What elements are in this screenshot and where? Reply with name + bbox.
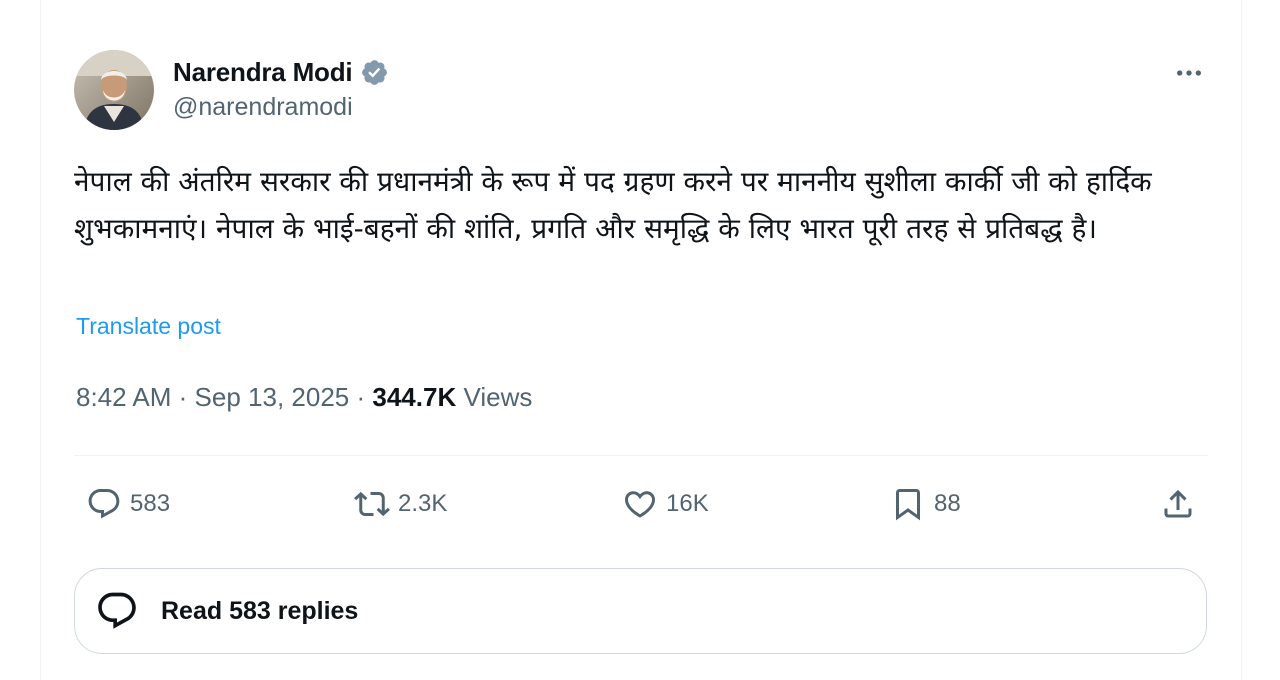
post-time[interactable]: 8:42 AM xyxy=(76,382,171,412)
verified-badge-icon[interactable] xyxy=(360,58,389,87)
share-icon xyxy=(1164,489,1192,518)
bookmark-count: 88 xyxy=(934,490,961,517)
heart-icon xyxy=(624,491,656,518)
post-meta: 8:42 AM · Sep 13, 2025 · 344.7K Views xyxy=(76,382,532,413)
replies-bubble-icon xyxy=(98,592,136,629)
repost-count: 2.3K xyxy=(398,490,448,517)
like-button[interactable]: 16K xyxy=(622,480,709,528)
bookmark-button[interactable]: 88 xyxy=(890,480,961,528)
reply-icon xyxy=(88,489,120,519)
post-date[interactable]: Sep 13, 2025 xyxy=(195,382,350,412)
share-button[interactable] xyxy=(1160,480,1204,528)
repost-button[interactable]: 2.3K xyxy=(354,480,447,528)
avatar[interactable] xyxy=(74,50,154,130)
reply-button[interactable]: 583 xyxy=(86,480,170,528)
read-replies-button[interactable]: Read 583 replies xyxy=(74,568,1207,654)
handle[interactable]: @narendramodi xyxy=(173,93,389,122)
divider xyxy=(74,455,1208,456)
bookmark-icon xyxy=(896,489,920,521)
like-count: 16K xyxy=(666,490,709,517)
meta-separator: · xyxy=(178,382,188,412)
reply-count: 583 xyxy=(130,490,171,517)
translate-post-link[interactable]: Translate post xyxy=(76,313,221,340)
display-name[interactable]: Narendra Modi xyxy=(173,57,353,88)
repost-icon xyxy=(354,491,390,517)
action-bar: 583 2.3K 16K 88 xyxy=(74,480,1204,528)
read-replies-label: Read 583 replies xyxy=(161,596,359,625)
views-label: Views xyxy=(463,382,533,412)
post-text: नेपाल की अंतरिम सरकार की प्रधानमंत्री के… xyxy=(74,165,1152,245)
name-row: Narendra Modi xyxy=(173,55,389,89)
views-count: 344.7K xyxy=(372,382,457,412)
post-card: Narendra Modi @narendramodi नेपाल की अंत… xyxy=(40,0,1242,680)
more-icon xyxy=(1177,70,1201,76)
page: Narendra Modi @narendramodi नेपाल की अंत… xyxy=(0,0,1280,680)
more-options-button[interactable] xyxy=(1169,58,1209,88)
avatar-image xyxy=(74,50,154,130)
author-block: Narendra Modi @narendramodi xyxy=(173,55,389,122)
meta-separator: · xyxy=(356,382,366,412)
